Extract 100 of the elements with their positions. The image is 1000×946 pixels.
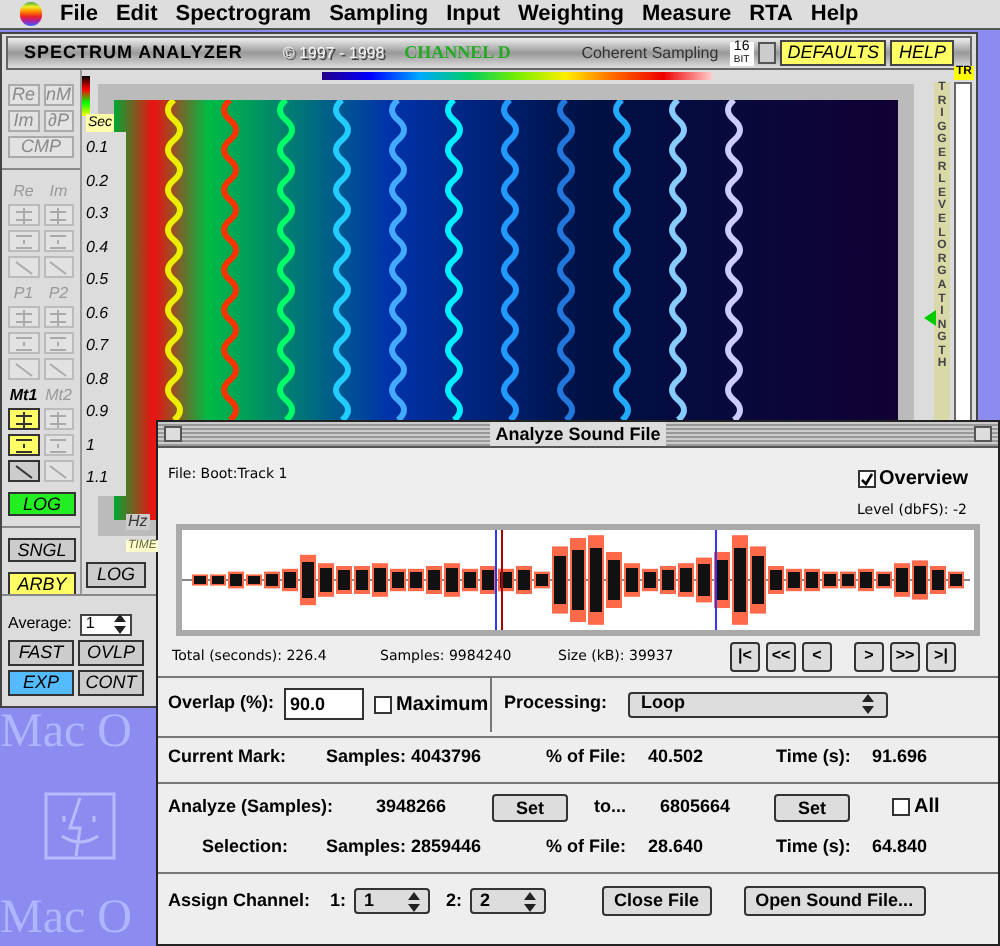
- marker-button[interactable]: [8, 434, 39, 456]
- menu-item[interactable]: Sampling: [329, 3, 429, 25]
- processing-label: Processing:: [504, 690, 608, 717]
- marker-button[interactable]: [8, 408, 39, 430]
- assign-label: Assign Channel:: [168, 887, 311, 914]
- mode-button[interactable]: EXP: [8, 670, 74, 696]
- group-label: Mt1: [8, 386, 39, 404]
- up-down-arrows-icon: [408, 891, 421, 911]
- end-sample-value: 6805664: [660, 793, 733, 820]
- checkbox-label[interactable]: Maximum: [396, 689, 489, 719]
- cross-lines-icon: [48, 411, 69, 427]
- checkbox[interactable]: [374, 695, 393, 713]
- channel-label: 1:: [330, 887, 347, 914]
- axis-tick-label: 1: [86, 429, 126, 462]
- cross-lines-icon: [13, 207, 34, 223]
- time-label: Time (s):: [776, 833, 853, 860]
- menu-item[interactable]: RTA: [749, 3, 793, 25]
- menu-item[interactable]: Help: [810, 3, 859, 25]
- axis-tick-label: 1.1: [86, 462, 126, 495]
- marker-button[interactable]: [8, 460, 39, 482]
- apple-logo-icon[interactable]: [20, 2, 42, 26]
- axis-tick-label: 0.7: [86, 330, 126, 363]
- group-label: Im: [47, 182, 70, 200]
- triangle-icon[interactable]: [924, 310, 936, 326]
- overlap-input[interactable]: 90.0: [284, 688, 365, 720]
- navigation-button[interactable]: >>: [890, 641, 920, 671]
- close-box-icon[interactable]: [164, 426, 182, 442]
- group-label: Mt2: [43, 386, 74, 404]
- menu-item[interactable]: Edit: [115, 3, 158, 25]
- percent-value: 40.502: [648, 743, 706, 770]
- menu-item[interactable]: Input: [446, 3, 500, 25]
- samples-value: Samples: 4043796: [326, 743, 484, 770]
- axis-tick-label: 0.5: [86, 264, 126, 297]
- set-button[interactable]: Set: [774, 793, 850, 821]
- defaults-button[interactable]: DEFAULTS: [779, 40, 887, 66]
- menu-item[interactable]: Spectrogram: [175, 3, 312, 25]
- slope-line-icon: [13, 463, 34, 479]
- menu-item[interactable]: Weighting: [518, 3, 624, 25]
- mode-button[interactable]: ARBY: [8, 572, 76, 596]
- checkbox[interactable]: [857, 470, 876, 488]
- navigation-button[interactable]: >|: [926, 641, 956, 671]
- mode-button[interactable]: SNGL: [8, 538, 76, 562]
- axis-tick-label: 0.6: [86, 297, 126, 330]
- slope-line-icon: [13, 259, 34, 275]
- slope-line-icon: [48, 463, 69, 479]
- navigation-button[interactable]: <<: [766, 641, 796, 671]
- to-label: to...: [594, 793, 628, 820]
- log-button[interactable]: LOG: [8, 492, 76, 516]
- face-icon: [44, 791, 116, 859]
- group-label: P1: [11, 284, 36, 302]
- axis-tick-label: 0.1: [86, 132, 126, 165]
- slope-line-icon: [48, 259, 69, 275]
- checkbox[interactable]: [892, 798, 910, 816]
- checkbox-label[interactable]: Overview: [879, 464, 968, 494]
- time-value: 91.696: [872, 743, 928, 770]
- navigation-button[interactable]: |<: [730, 641, 760, 671]
- navigation-button[interactable]: <: [802, 641, 832, 671]
- axis-tick-label: 0.4: [86, 231, 126, 264]
- channel-label: 2:: [446, 887, 463, 914]
- menu-item[interactable]: Measure: [641, 3, 732, 25]
- dialog-title: Analyze Sound File: [489, 422, 667, 446]
- slope-line-icon: [13, 361, 34, 377]
- start-sample-value: 3948266: [376, 793, 449, 820]
- percent-label: % of File:: [546, 743, 628, 770]
- checkbox-label[interactable]: All: [914, 792, 940, 822]
- row-label: Selection:: [200, 833, 291, 860]
- help-button[interactable]: HELP: [890, 40, 954, 66]
- up-down-arrows-icon: [524, 891, 537, 911]
- cross-lines-icon: [13, 411, 34, 427]
- axis-tick-label: 0.2: [86, 165, 126, 198]
- axis-tick-label: 0.8: [86, 363, 126, 396]
- channel-select[interactable]: 1: [354, 888, 431, 914]
- group-label: P2: [46, 284, 71, 302]
- close-file-button[interactable]: Close File: [602, 886, 712, 916]
- row-label: Current Mark:: [168, 743, 289, 770]
- average-select[interactable]: 1: [79, 613, 132, 635]
- bracket-lines-icon: [13, 233, 34, 249]
- open-file-button[interactable]: Open Sound File...: [743, 886, 926, 916]
- cross-lines-icon: [48, 309, 69, 325]
- samples-value: Samples: 2859446: [326, 833, 484, 860]
- mode-label: Coherent Sampling: [581, 41, 721, 65]
- percent-value: 28.640: [648, 833, 706, 860]
- set-button[interactable]: Set: [492, 793, 568, 821]
- up-down-arrows-icon: [113, 614, 126, 634]
- zoom-box-icon[interactable]: [974, 426, 992, 442]
- processing-select[interactable]: Loop: [627, 691, 888, 717]
- analyze-label: Analyze (Samples):: [168, 793, 336, 820]
- mode-button[interactable]: CONT: [78, 670, 144, 696]
- bracket-lines-icon: [13, 437, 34, 453]
- mode-button[interactable]: OVLP: [78, 640, 144, 666]
- cross-lines-icon: [48, 207, 69, 223]
- channel-label: CHANNEL D: [404, 39, 513, 66]
- bracket-lines-icon: [48, 335, 69, 351]
- copyright-text: © 1997 - 1998: [282, 41, 385, 65]
- mode-button[interactable]: FAST: [8, 640, 74, 666]
- log-scale-button[interactable]: LOG: [86, 562, 146, 588]
- bracket-lines-icon: [48, 437, 69, 453]
- navigation-button[interactable]: >: [854, 641, 884, 671]
- menu-item[interactable]: File: [60, 3, 98, 25]
- channel-select[interactable]: 2: [470, 888, 547, 914]
